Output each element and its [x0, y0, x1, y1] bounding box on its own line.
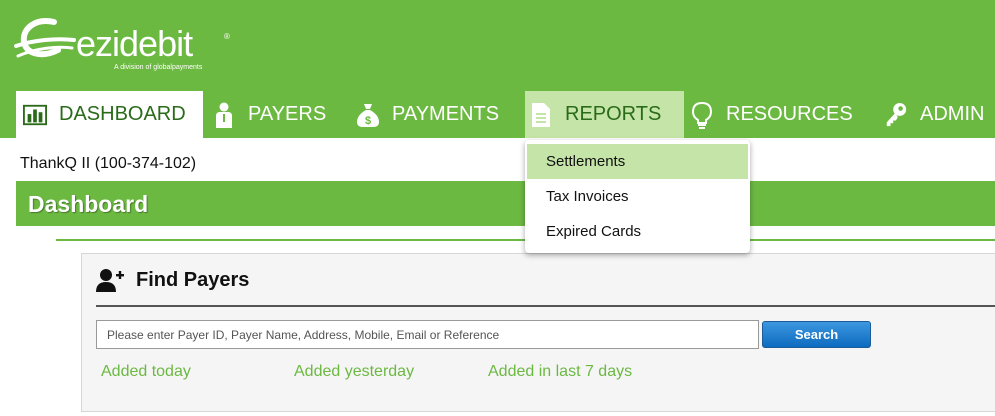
logo-wordmark: ezidebit: [76, 23, 193, 64]
app-header: ezidebit ® A division of globalpayments …: [0, 0, 995, 138]
nav-dashboard[interactable]: DASHBOARD: [16, 91, 203, 138]
person-icon: [212, 102, 236, 128]
find-payers-panel: Find Payers Search Added today Added yes…: [81, 253, 995, 412]
money-bag-icon: $: [356, 102, 380, 128]
logo-swoosh-icon: [14, 18, 76, 58]
menu-item-settlements[interactable]: Settlements: [527, 144, 748, 179]
nav-admin[interactable]: ADMIN: [884, 91, 995, 138]
logo-registered-mark: ®: [224, 32, 230, 41]
nav-dashboard-label: DASHBOARD: [59, 103, 186, 125]
find-payers-title: Find Payers: [136, 268, 250, 291]
panel-divider: [96, 305, 995, 307]
add-person-icon: [96, 268, 124, 292]
nav-resources[interactable]: RESOURCES: [690, 91, 860, 138]
menu-item-tax-invoices[interactable]: Tax Invoices: [527, 179, 748, 214]
reports-dropdown-menu: Settlements Tax Invoices Expired Cards: [525, 140, 750, 253]
link-added-last-7-days[interactable]: Added in last 7 days: [488, 363, 632, 381]
payer-search-input[interactable]: [96, 320, 759, 349]
page-title-bar: Dashboard: [16, 181, 995, 226]
nav-payments-label: PAYMENTS: [392, 103, 500, 125]
bar-chart-icon: [23, 102, 47, 128]
document-icon: [529, 102, 553, 128]
page-title: Dashboard: [28, 191, 149, 217]
nav-resources-label: RESOURCES: [726, 103, 853, 125]
link-added-yesterday[interactable]: Added yesterday: [294, 363, 414, 381]
logo-tagline: A division of globalpayments: [114, 64, 203, 71]
nav-admin-label: ADMIN: [920, 103, 985, 125]
nav-payments[interactable]: $ PAYMENTS: [356, 91, 516, 138]
search-button[interactable]: Search: [762, 321, 871, 348]
ezidebit-logo[interactable]: ezidebit ® A division of globalpayments: [14, 14, 244, 76]
lightbulb-icon: [690, 101, 714, 129]
svg-text:$: $: [365, 115, 371, 127]
key-icon: [884, 102, 908, 128]
account-label: ThankQ II (100-374-102): [20, 155, 197, 172]
nav-payers-label: PAYERS: [248, 103, 327, 125]
link-added-today[interactable]: Added today: [101, 363, 191, 381]
main-nav: DASHBOARD PAYERS $ PAYMENTS REPORTS RESO…: [0, 91, 995, 138]
nav-reports[interactable]: REPORTS: [525, 91, 684, 138]
menu-item-expired-cards[interactable]: Expired Cards: [527, 214, 748, 249]
find-payers-header: Find Payers: [96, 268, 249, 292]
nav-reports-label: REPORTS: [565, 103, 662, 125]
nav-payers[interactable]: PAYERS: [210, 91, 340, 138]
